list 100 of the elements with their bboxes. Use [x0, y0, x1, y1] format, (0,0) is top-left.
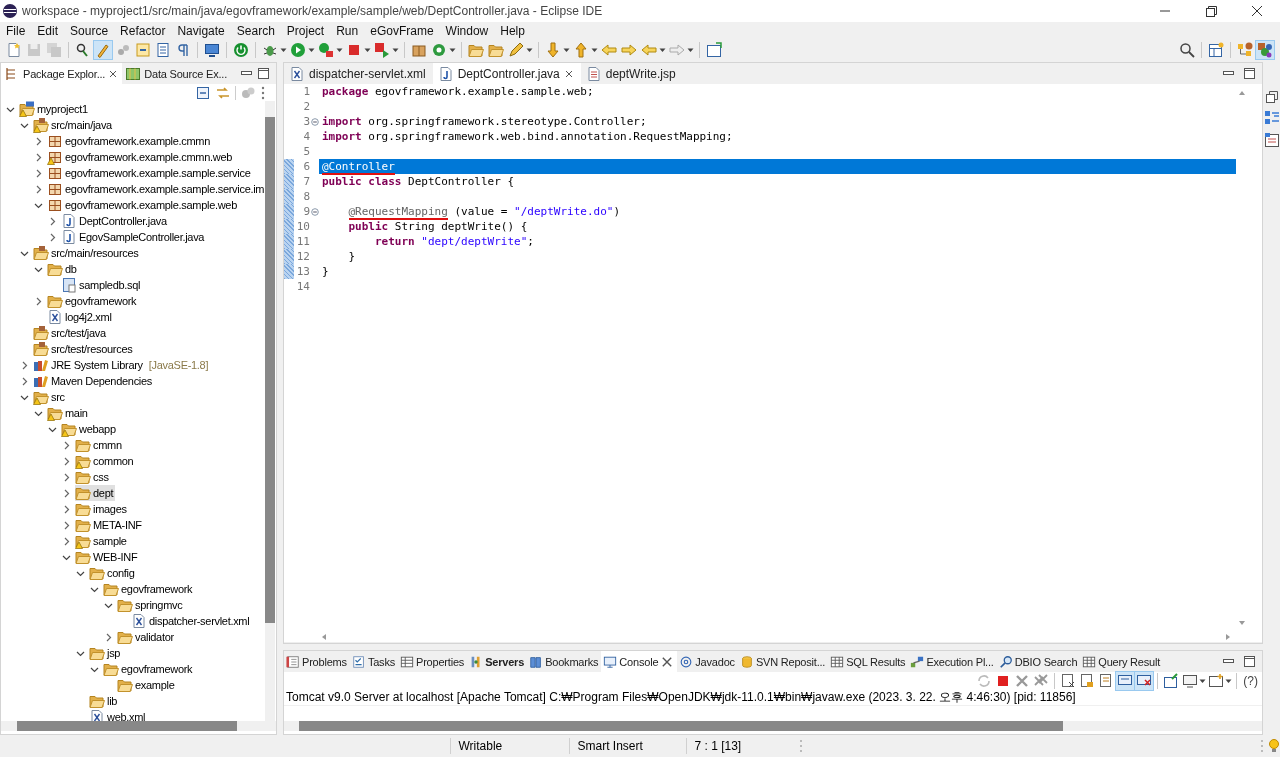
menu-item[interactable]: Navigate	[171, 23, 231, 38]
maximize-icon[interactable]	[1243, 655, 1256, 668]
help-button[interactable]: (?)	[1241, 673, 1260, 688]
menu-item[interactable]: Window	[439, 23, 495, 38]
tree-item[interactable]: log4j2.xml	[47, 309, 114, 325]
view-tab[interactable]: Problems	[284, 651, 350, 672]
tree-item[interactable]: src/main/java	[33, 117, 114, 133]
stop-run-icon[interactable]	[373, 40, 391, 59]
tree-item[interactable]: db	[47, 261, 79, 277]
view-tab[interactable]: SVN Reposit...	[737, 651, 829, 672]
tree-item[interactable]: common	[75, 453, 136, 469]
tree-item[interactable]: Maven Dependencies	[33, 373, 154, 389]
tree-item[interactable]: css	[75, 469, 111, 485]
tree-item[interactable]: webapp	[61, 421, 118, 437]
scroll-down-icon[interactable]	[1238, 619, 1246, 627]
view-tab[interactable]: Bookmarks	[527, 651, 602, 672]
tree-item[interactable]: images	[75, 501, 129, 517]
tree-item[interactable]: egovframework	[103, 581, 195, 597]
new-file-icon[interactable]	[5, 40, 23, 59]
tree-item[interactable]: egovframework	[47, 293, 139, 309]
view-tab[interactable]: Servers	[467, 651, 528, 672]
search-icon[interactable]	[1178, 40, 1196, 59]
close-icon[interactable]	[108, 68, 119, 79]
maximize-icon[interactable]	[1243, 67, 1256, 80]
menu-item[interactable]: Refactor	[114, 23, 172, 38]
tree-item[interactable]: config	[89, 565, 137, 581]
menu-item[interactable]: Project	[280, 23, 331, 38]
scroll-right-icon[interactable]	[1224, 632, 1232, 641]
tree-item[interactable]: main	[47, 405, 90, 421]
tree-item[interactable]: sample	[75, 533, 129, 549]
show-error-icon[interactable]	[1135, 671, 1154, 690]
tree-item[interactable]: WEB-INF	[75, 549, 140, 565]
menu-item[interactable]: Help	[494, 23, 531, 38]
view-tab[interactable]: DBIO Search	[996, 651, 1081, 672]
task-list-icon[interactable]	[1263, 132, 1280, 148]
pin-icon[interactable]	[1162, 671, 1181, 690]
scrollbar[interactable]	[284, 721, 1262, 731]
menu-item[interactable]: eGovFrame	[364, 23, 440, 38]
open-console-icon[interactable]	[1207, 671, 1226, 690]
tree-item[interactable]: jsp	[89, 645, 123, 661]
tree-item[interactable]: dept	[75, 485, 116, 501]
editor-tab[interactable]: dispatcher-servlet.xml	[284, 63, 433, 84]
tree-item[interactable]: example	[117, 677, 177, 693]
menu-item[interactable]: Run	[330, 23, 365, 38]
tree-item[interactable]: egovframework.example.sample.web	[47, 197, 239, 213]
pencil-icon[interactable]	[507, 40, 525, 59]
tree-item[interactable]: dispatcher-servlet.xml	[131, 613, 252, 629]
tree-item[interactable]: validator	[117, 629, 176, 645]
editor-tab[interactable]: deptWrite.jsp	[580, 63, 683, 84]
menu-item[interactable]: Edit	[31, 23, 65, 38]
view-tab[interactable]: Data Source Ex...	[122, 63, 232, 84]
tree-item[interactable]: sampledb.sql	[61, 277, 143, 293]
maximize-icon[interactable]	[257, 67, 270, 80]
tree-item[interactable]: src/test/java	[33, 325, 108, 341]
menu-item[interactable]: Search	[230, 23, 281, 38]
perspective-icon[interactable]	[1207, 40, 1225, 59]
java-perspective-icon[interactable]	[1256, 40, 1274, 59]
outline-icon[interactable]	[1263, 110, 1280, 126]
view-tab[interactable]: SQL Results	[828, 651, 909, 672]
window-icon[interactable]	[705, 40, 723, 59]
tree-item[interactable]: springmvc	[117, 597, 185, 613]
tree-item[interactable]: egovframework.example.sample.service	[47, 165, 253, 181]
tree-item[interactable]: web.xml	[89, 709, 148, 721]
restore-icon[interactable]	[1264, 90, 1279, 104]
close-icon[interactable]	[563, 68, 574, 79]
scroll-left-icon[interactable]	[320, 632, 328, 641]
tree-item[interactable]: JRE System Library	[33, 357, 145, 373]
view-tab[interactable]: Javadoc	[677, 651, 738, 672]
view-tab[interactable]: Properties	[398, 651, 468, 672]
scrollbar[interactable]	[265, 101, 275, 721]
tree-item[interactable]: cmmn	[75, 437, 124, 453]
tree-item[interactable]: egovframework.example.sample.service.im	[47, 181, 265, 197]
view-tab[interactable]: Execution Pl...	[908, 651, 997, 672]
scrollbar[interactable]	[284, 631, 1262, 643]
collapse-all-icon[interactable]	[195, 84, 211, 101]
view-tab[interactable]: Query Result	[1080, 651, 1164, 672]
show-output-icon[interactable]	[1116, 671, 1135, 690]
tree-item[interactable]: egovframework.example.cmmn.web	[47, 149, 235, 165]
view-menu-icon[interactable]	[260, 84, 266, 101]
tree-item[interactable]: EgovSampleController.java	[61, 229, 207, 245]
editor-tab[interactable]: DeptController.java	[432, 63, 581, 84]
tree-item[interactable]: src	[33, 389, 67, 405]
lightbulb-icon[interactable]	[1268, 738, 1280, 754]
tree-item[interactable]: egovframework.example.cmmn	[47, 133, 213, 149]
view-tab[interactable]: Tasks	[349, 651, 398, 672]
view-tab[interactable]: Package Explor...	[1, 63, 123, 84]
tree-item[interactable]: egovframework	[103, 661, 195, 677]
tree-item[interactable]: src/test/resources	[33, 341, 135, 357]
tree-item[interactable]: myproject1	[19, 101, 90, 117]
menu-item[interactable]: Source	[64, 23, 115, 38]
tree-item[interactable]: DeptController.java	[61, 213, 169, 229]
view-tab[interactable]: Console	[601, 651, 678, 672]
tree-item[interactable]: META-INF	[75, 517, 144, 533]
scrollbar[interactable]	[1, 721, 276, 731]
tree-item[interactable]: lib	[89, 693, 120, 709]
tree-item[interactable]: src/main/resources	[33, 245, 141, 261]
scroll-up-icon[interactable]	[1238, 89, 1246, 97]
menu-item[interactable]: File	[0, 23, 32, 38]
run-config-icon[interactable]	[317, 40, 335, 59]
power-icon[interactable]	[232, 40, 250, 59]
